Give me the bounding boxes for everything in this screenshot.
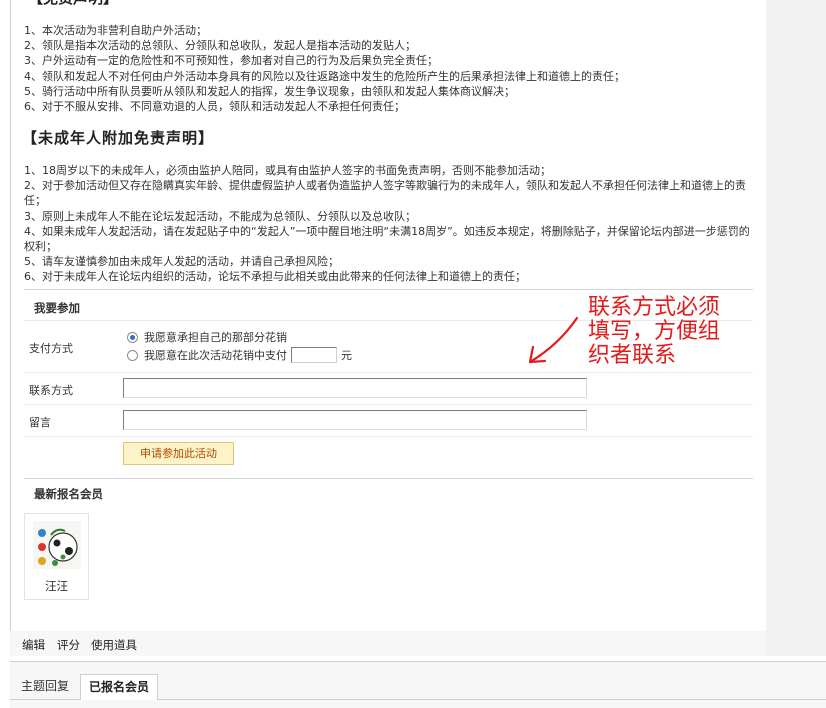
tab-registered-members[interactable]: 已报名会员 [80, 674, 159, 700]
join-form-title: 我要参加 [34, 301, 80, 315]
disclaimer-list: 1、本次活动为非营利自助户外活动； 2、领队是指本次活动的总领队、分领队和总收队… [24, 23, 754, 114]
minor-disclaimer-item: 4、如果未成年人发起活动，请在发起贴子中的“发起人”一项中醒目地注明“未满18周… [24, 224, 750, 253]
post-action-bar: 编辑 评分 使用道具 [10, 631, 766, 656]
minor-disclaimer-item: 3、原则上未成年人不能在论坛发起活动，不能成为总领队、分领队以及总收队； [24, 209, 416, 223]
disclaimer-heading: 【免责声明】 [28, 0, 118, 8]
right-gutter [766, 0, 826, 656]
payment-option-label: 我愿意承担自己的那部分花销 [144, 331, 287, 344]
contact-row: 联系方式 [24, 372, 753, 405]
disclaimer-item: 2、领队是指本次活动的总领队、分领队和总收队，发起人是指本活动的发贴人； [24, 39, 416, 53]
minor-disclaimer-item: 2、对于参加活动但又存在隐瞒真实年龄、提供虚假监护人或者伪造监护人签字等欺骗行为… [24, 179, 746, 208]
avatar[interactable] [33, 521, 81, 569]
message-label: 留言 [29, 416, 51, 429]
payment-option-label: 我愿意在此次活动花销中支付 [144, 349, 287, 362]
tab-topic-replies[interactable]: 主题回复 [13, 674, 77, 699]
amount-input[interactable] [291, 347, 337, 363]
disclaimer-item: 3、户外运动有一定的危险性和不可预知性，参加者对自己的行为及后果负完全责任； [24, 54, 438, 68]
payment-option-self[interactable]: 我愿意承担自己的那部分花销 [127, 329, 287, 345]
message-input[interactable] [123, 410, 587, 430]
disclaimer-item: 5、骑行活动中所有队员要听从领队和发起人的指挥，发生争议现象，由领队和发起人集体… [24, 84, 515, 98]
minor-disclaimer-item: 5、请车友谨慎参加由未成年人发起的活动，并请自己承担风险； [24, 255, 339, 269]
use-item-link[interactable]: 使用道具 [91, 637, 137, 653]
disclaimer-item: 6、对于不服从安排、不同意劝退的人员，领队和活动发起人不承担任何责任； [24, 99, 405, 113]
apply-join-button[interactable]: 申请参加此活动 [123, 442, 234, 465]
annotation-arrow-icon [528, 316, 579, 364]
edit-link[interactable]: 编辑 [22, 637, 45, 653]
member-card[interactable]: 汪汪 [24, 513, 89, 600]
minor-disclaimer-list: 1、18周岁以下的未成年人，必须由监护人陪同，或具有由监护人签字的书面免责声明，… [24, 163, 754, 285]
disclaimer-item: 1、本次活动为非营利自助户外活动； [24, 24, 207, 37]
contact-label: 联系方式 [29, 384, 73, 397]
contact-input[interactable] [123, 378, 587, 398]
disclaimer-item: 4、领队和发起人不对任何由户外活动本身具有的风险以及往返路途中发生的危险所产生的… [24, 69, 625, 83]
payment-option-pay[interactable]: 我愿意在此次活动花销中支付 元 [127, 347, 352, 363]
payment-label: 支付方式 [29, 342, 73, 355]
member-name[interactable]: 汪汪 [25, 578, 88, 594]
message-row: 留言 [24, 404, 753, 437]
minor-disclaimer-heading: 【未成年人附加免责声明】 [22, 129, 215, 147]
bottom-tab-bar: 主题回复 已报名会员 [10, 661, 826, 708]
minor-disclaimer-item: 1、18周岁以下的未成年人，必须由监护人陪同，或具有由监护人签字的书面免责声明，… [24, 164, 551, 177]
radio-button[interactable] [127, 349, 138, 361]
rate-link[interactable]: 评分 [57, 637, 80, 653]
new-members-title: 最新报名会员 [34, 487, 103, 501]
radio-button-checked[interactable] [127, 331, 138, 343]
annotation-note: 联系方式必须填写，方便组织者联系 [588, 295, 721, 368]
minor-disclaimer-item: 6、对于未成年人在论坛内组织的活动，论坛不承担与此相关或由此带来的任何法律上和道… [24, 270, 526, 284]
amount-unit: 元 [341, 349, 352, 362]
form-divider [24, 436, 753, 437]
